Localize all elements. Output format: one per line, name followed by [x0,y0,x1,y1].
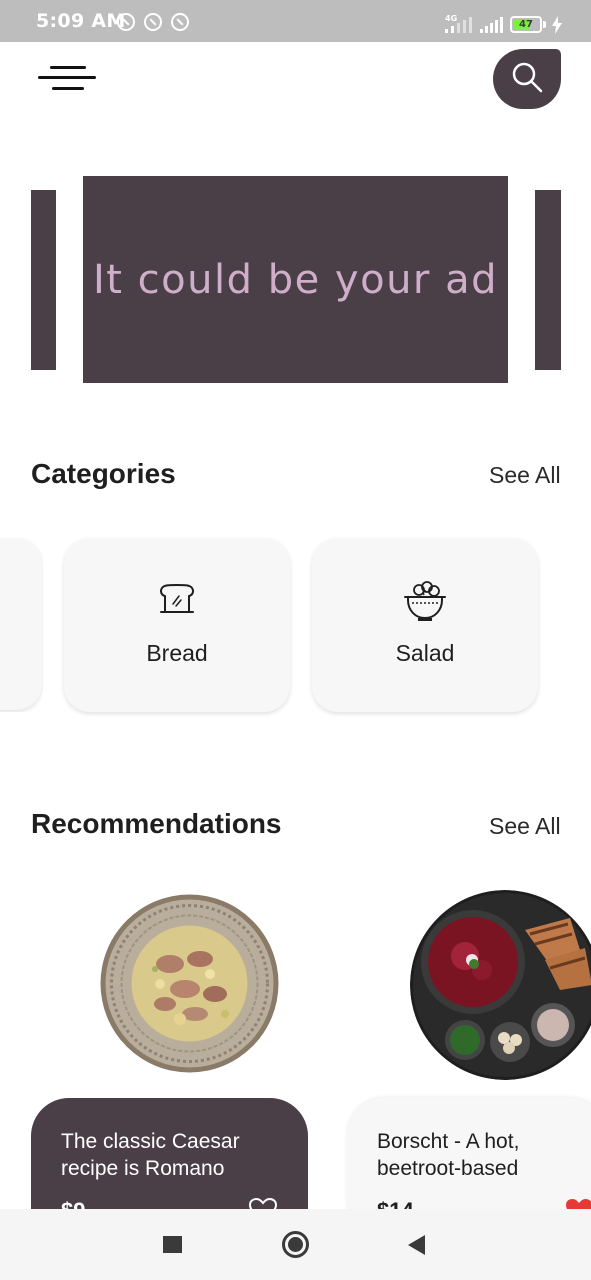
battery-icon: 47 [510,16,542,33]
sync-icon [171,13,189,31]
categories-title: Categories [31,458,176,489]
recents-icon[interactable] [163,1236,182,1253]
battery-cap [543,21,546,28]
recommendation-price: $9 [61,1198,85,1209]
category-card-bread[interactable]: Bread [64,538,290,712]
charging-icon [552,16,562,34]
category-label-bread: Bread [146,640,208,666]
salad-icon [404,581,446,621]
recommendation-title: Borscht - A hot, beetroot-based [377,1130,520,1180]
bread-icon [160,584,194,613]
ad-banner[interactable]: It could be your ad [83,176,508,383]
heart-filled-icon[interactable] [565,1198,591,1209]
alarm-icon [117,13,135,31]
category-card-salad[interactable]: Salad [312,538,538,712]
recommendation-price: $14 [377,1198,414,1209]
recommendations-see-all-link[interactable]: See All [489,813,561,840]
banner-next-slide[interactable] [535,190,561,370]
banner-prev-slide[interactable] [31,190,56,370]
banner-text: It could be your ad [92,256,498,303]
recommendation-title: The classic Caesar recipe is Romano [61,1130,240,1180]
category-card-partial[interactable] [0,538,43,712]
signal-icon [445,17,472,33]
sync-icon [144,13,162,31]
categories-see-all-link[interactable]: See All [489,462,561,489]
recommendations-title: Recommendations [31,808,282,839]
status-time: 5:09 AM [36,10,126,32]
signal-icon [480,17,503,33]
caesar-salad-image[interactable] [100,894,279,1073]
battery-level: 47 [519,19,533,30]
borscht-image[interactable] [410,890,591,1080]
search-button[interactable] [493,49,561,109]
category-label-salad: Salad [395,640,455,666]
search-icon [512,62,543,93]
home-icon[interactable] [282,1231,309,1258]
heart-outline-icon[interactable] [249,1198,277,1209]
recommendation-card-borscht[interactable]: Borscht - A hot, beetroot-based $14 [347,1098,591,1209]
recommendation-card-caesar[interactable]: The classic Caesar recipe is Romano $9 [31,1098,308,1209]
menu-icon[interactable] [38,66,96,94]
back-icon[interactable] [408,1235,425,1255]
